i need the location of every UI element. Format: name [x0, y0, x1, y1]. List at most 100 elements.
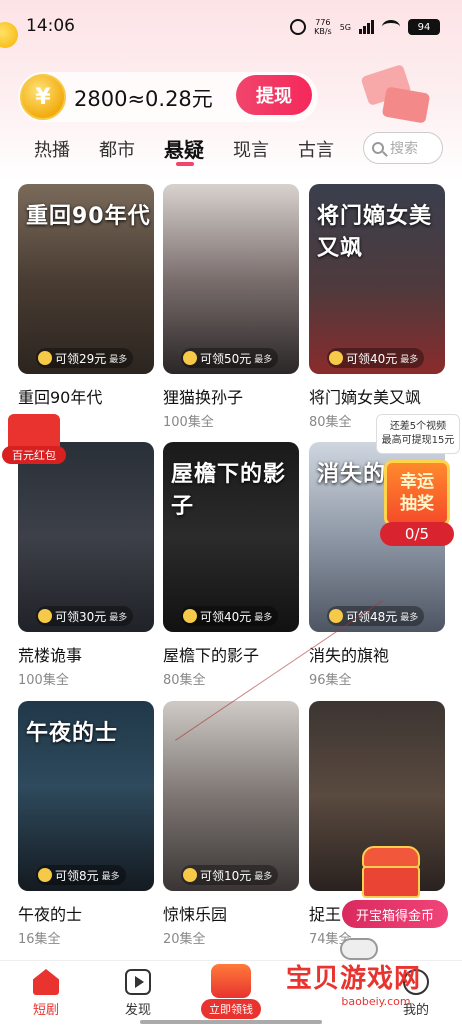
net-speed: 776 KB/s: [314, 18, 332, 36]
signal-icon: [359, 20, 374, 34]
drama-poster[interactable]: 将门嫡女美又飒可领40元 最多: [309, 184, 445, 374]
nav-discover-label: 发现: [124, 1003, 151, 1018]
reward-text: 可领40元: [346, 351, 398, 366]
nav-earn[interactable]: 立即领钱: [200, 964, 262, 1019]
red-envelope-widget[interactable]: 百元红包: [2, 414, 66, 466]
drama-title[interactable]: 惊悚乐园: [163, 901, 299, 925]
coin-icon: [38, 609, 52, 623]
drama-title[interactable]: 将门嫡女美又飒: [309, 384, 445, 408]
lottery-tip: 还差5个视频 最高可提现15元: [376, 414, 460, 454]
coin-icon: [329, 609, 343, 623]
reward-badge: 可领29元 最多: [36, 348, 134, 368]
drama-poster[interactable]: 屋檐下的影子 可领40元 最多: [163, 442, 299, 632]
poster-title: 消失的: [317, 462, 387, 487]
drama-card[interactable]: 屋檐下的影子 可领40元 最多 屋檐下的影子 80集全: [163, 442, 299, 688]
drama-title[interactable]: 荒楼诡事: [18, 642, 154, 666]
poster-title: 重回90年代: [26, 204, 151, 229]
net-speed-value: 776: [315, 18, 331, 27]
reward-max-label: 最多: [109, 354, 128, 365]
episode-count: 20集全: [163, 932, 206, 947]
lottery-tip-line2: 最高可提现15元: [381, 435, 455, 446]
poster-title: 将门嫡女美又飒: [317, 204, 433, 261]
reward-text: 可领10元: [200, 868, 252, 883]
tab-city[interactable]: 都市: [99, 136, 135, 162]
coin-icon: [183, 609, 197, 623]
drama-title[interactable]: 重回90年代: [18, 384, 154, 408]
nav-home-label: 短剧: [32, 1003, 59, 1018]
drama-title[interactable]: 狸猫换孙子: [163, 384, 299, 408]
signal-label: 5G: [339, 22, 351, 32]
watermark-text: 宝贝游戏网: [286, 964, 422, 994]
gamepad-icon: [340, 938, 378, 960]
net-speed-unit: KB/s: [314, 27, 332, 36]
reward-text: 可领48元: [346, 609, 398, 624]
drama-poster[interactable]: 可领50元 最多: [163, 184, 299, 374]
active-tab-indicator: [176, 162, 194, 166]
tab-suspense[interactable]: 悬疑: [164, 134, 204, 163]
open-chest-button[interactable]: 开宝箱得金币: [342, 900, 448, 928]
drama-card[interactable]: 可领10元 最多惊悚乐园 20集全: [163, 701, 299, 947]
tab-ancient-romance[interactable]: 古言: [298, 136, 334, 162]
reward-max-label: 最多: [254, 871, 273, 882]
withdraw-button[interactable]: 提现: [236, 75, 312, 115]
status-bar: 14:06 776 KB/s 5G 94: [0, 0, 462, 56]
nav-discover[interactable]: 发现: [108, 969, 168, 1018]
tab-modern-romance[interactable]: 现言: [233, 136, 269, 162]
red-envelope-label: 百元红包: [2, 446, 66, 464]
reward-max-label: 最多: [101, 871, 120, 882]
reward-max-label: 最多: [400, 612, 419, 623]
episode-count: 100集全: [18, 673, 69, 688]
status-time: 14:06: [26, 16, 75, 36]
lucky-draw-widget[interactable]: 幸运 抽奖 0/5: [380, 460, 454, 546]
episode-count: 80集全: [163, 673, 206, 688]
search-input[interactable]: 搜索: [363, 132, 443, 164]
reward-badge: 可领48元 最多: [327, 606, 425, 626]
reward-text: 可领30元: [55, 609, 107, 624]
treasure-chest-icon[interactable]: [356, 846, 426, 902]
drama-title[interactable]: 消失的旗袍: [309, 642, 445, 666]
reward-text: 可领29元: [55, 351, 107, 366]
coin-icon: [329, 351, 343, 365]
search-placeholder: 搜索: [390, 141, 418, 157]
reward-max-label: 最多: [109, 612, 128, 623]
drama-title[interactable]: 午夜的士: [18, 901, 154, 925]
watermark: 宝贝游戏网 baobeiy.com: [286, 958, 436, 1014]
lucky-draw-title-2: 抽奖: [400, 494, 434, 514]
drama-card[interactable]: 可领30元 最多荒楼诡事 100集全: [18, 442, 154, 688]
drama-card[interactable]: 可领50元 最多狸猫换孙子 100集全: [163, 184, 299, 430]
lottery-tip-line1: 还差5个视频: [389, 421, 447, 432]
reward-badge: 可领8元 最多: [36, 865, 126, 885]
drama-poster[interactable]: 午夜的士可领8元 最多: [18, 701, 154, 891]
wallet-balance: 2800≈0.28元: [74, 87, 213, 111]
episode-count: 100集全: [163, 415, 214, 430]
coin-icon: ¥: [20, 74, 66, 120]
drama-poster[interactable]: 可领10元 最多: [163, 701, 299, 891]
drama-poster[interactable]: 可领30元 最多: [18, 442, 154, 632]
coin-icon: [38, 351, 52, 365]
reward-max-label: 最多: [400, 354, 419, 365]
drama-card[interactable]: 午夜的士 可领8元 最多 午夜的士 16集全: [18, 701, 154, 947]
reward-badge: 可领10元 最多: [181, 865, 279, 885]
nav-earn-label: 立即领钱: [201, 999, 261, 1019]
drama-card[interactable]: 将门嫡女美又飒 可领40元 最多 将门嫡女美又飒 80集全: [309, 184, 445, 430]
episode-count: 16集全: [18, 932, 61, 947]
poster-title: 屋檐下的影子: [171, 462, 287, 519]
status-icons: 776 KB/s 5G 94: [290, 18, 440, 36]
drama-title[interactable]: 屋檐下的影子: [163, 642, 299, 666]
nav-home[interactable]: 短剧: [16, 969, 76, 1018]
coin-decoration: [0, 22, 18, 48]
reward-max-label: 最多: [254, 354, 273, 365]
home-indicator: [140, 1020, 322, 1024]
battery-icon: 94: [408, 19, 440, 35]
drama-card[interactable]: 重回90年代可领29元最多重回90年代50集全: [18, 184, 154, 430]
lucky-draw-title-1: 幸运: [400, 472, 434, 492]
drama-poster[interactable]: 重回90年代可领29元 最多: [18, 184, 154, 374]
watermark-url: baobeiy.com: [341, 995, 411, 1008]
tab-hot[interactable]: 热播: [34, 136, 70, 162]
coin-icon: [38, 868, 52, 882]
poster-title: 午夜的士: [26, 721, 119, 746]
home-icon: [33, 969, 59, 995]
reward-badge: 可领40元 最多: [327, 348, 425, 368]
search-icon: [372, 142, 384, 154]
lucky-draw-board: 幸运 抽奖: [384, 460, 450, 526]
